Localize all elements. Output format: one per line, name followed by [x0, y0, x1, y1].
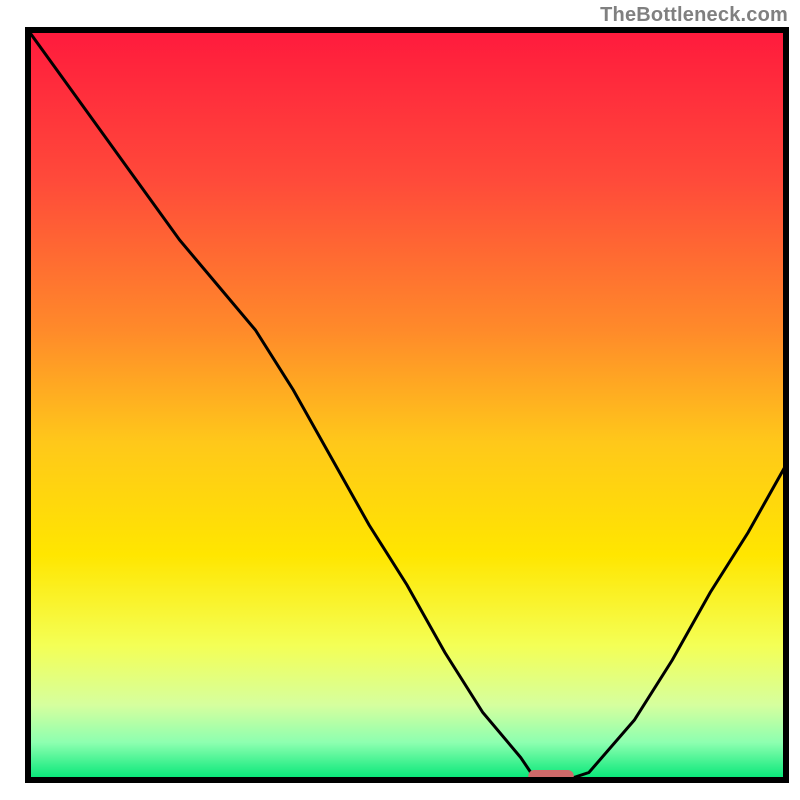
chart-container: TheBottleneck.com: [0, 0, 800, 800]
bottleneck-curve-chart: [0, 0, 800, 800]
watermark-text: TheBottleneck.com: [600, 4, 788, 27]
gradient-background: [28, 30, 786, 780]
